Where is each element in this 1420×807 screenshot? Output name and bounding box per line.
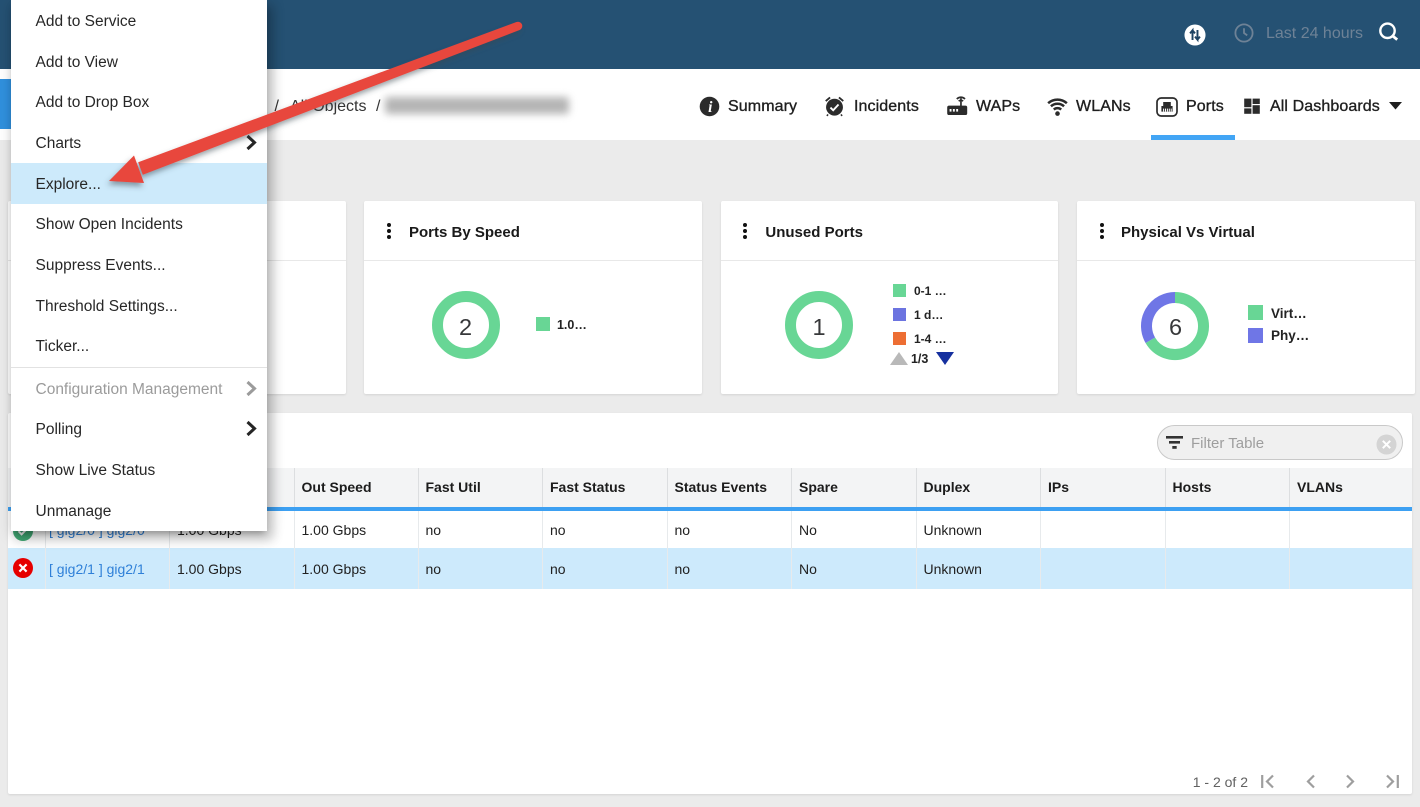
svg-text:i: i (708, 99, 713, 116)
